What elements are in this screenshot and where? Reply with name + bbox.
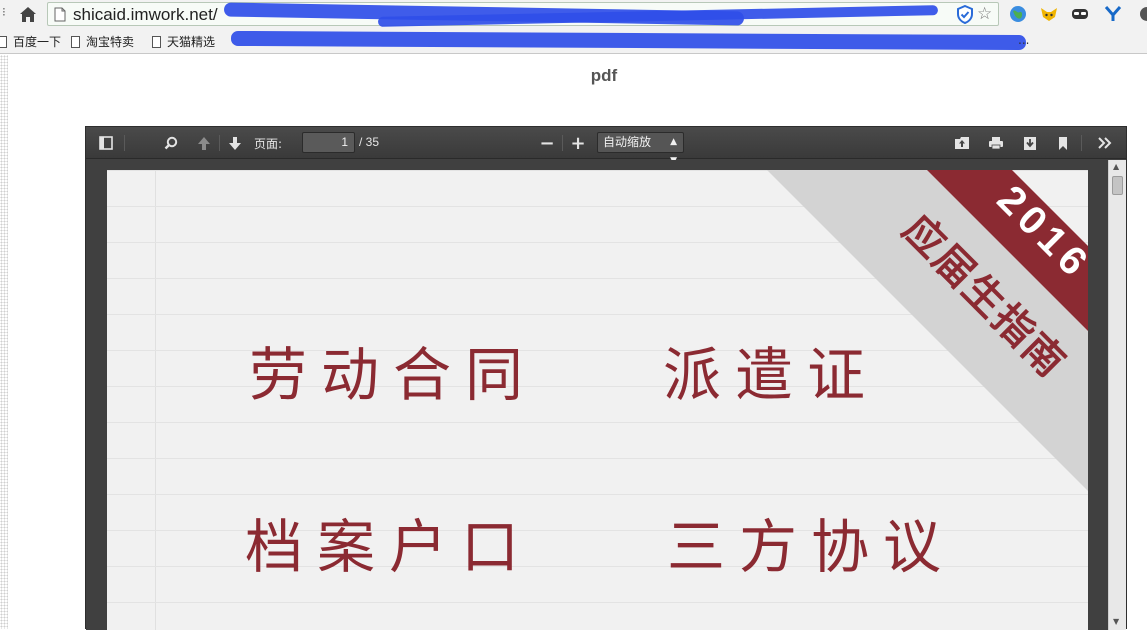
scroll-thumb[interactable] — [1112, 176, 1123, 195]
download-icon — [1024, 136, 1036, 150]
fox-extension-icon[interactable] — [1038, 3, 1060, 25]
mask-extension-icon[interactable] — [1069, 3, 1091, 25]
sidebar-icon — [99, 136, 113, 150]
document-item-text: 劳动合同 — [249, 341, 538, 409]
address-bar[interactable]: shicaid.imwork.net/ ☆ — [47, 2, 999, 27]
pdf-viewer: 页面: 1 / 35 − + 自动缩放 ▲▼ — [85, 126, 1127, 630]
document-item-text: 派遣证 — [663, 341, 880, 409]
redaction-scribble — [230, 30, 1027, 51]
bookmark-star-icon[interactable]: ☆ — [977, 4, 992, 24]
pdf-page: 2016 应届生指南 劳动合同 派遣证 档案户口 三方协议 — [107, 170, 1088, 630]
extension-icon[interactable] — [1134, 3, 1147, 25]
pdf-toolbar: 页面: 1 / 35 − + 自动缩放 ▲▼ — [86, 127, 1126, 166]
bookmark-button[interactable] — [1053, 134, 1073, 152]
toolbar-divider — [1081, 135, 1082, 151]
browser-toolbar: ⁝ shicaid.imwork.net/ ☆ — [0, 0, 1147, 28]
bookmark-label: 百度一下 — [13, 35, 62, 49]
open-file-button[interactable] — [952, 134, 972, 152]
scroll-up-arrow-icon[interactable]: ▲ — [1113, 162, 1119, 171]
bookmark-icon — [1059, 136, 1067, 150]
next-page-button[interactable] — [225, 134, 245, 152]
document-container[interactable]: 2016 应届生指南 劳动合同 派遣证 档案户口 三方协议 — [86, 160, 1108, 630]
plus-icon: + — [570, 132, 586, 154]
page-icon — [54, 7, 66, 22]
bookmarks-overflow[interactable]: ... — [1018, 33, 1029, 47]
previous-page-button[interactable] — [194, 134, 214, 152]
home-icon — [20, 6, 36, 22]
scroll-down-arrow-icon[interactable]: ▼ — [1113, 617, 1119, 626]
double-chevron-right-icon — [1098, 137, 1112, 149]
y-extension-icon[interactable] — [1102, 3, 1124, 25]
page-edge-pattern — [0, 55, 8, 629]
zoom-out-button[interactable]: − — [537, 132, 557, 154]
bookmark-item[interactable]: 百度一下 — [0, 33, 61, 50]
zoom-select[interactable]: 自动缩放 ▲▼ — [597, 132, 684, 166]
search-icon — [164, 136, 178, 150]
page-icon — [71, 35, 80, 48]
shield-icon[interactable] — [956, 5, 974, 24]
bookmark-item[interactable]: 淘宝特卖 — [71, 33, 134, 50]
page-icon — [152, 35, 161, 48]
page-icon — [0, 35, 7, 48]
bookmark-label: 淘宝特卖 — [86, 35, 135, 49]
tools-menu-button[interactable] — [1095, 134, 1115, 152]
bookmarks-bar: 百度一下 淘宝特卖 天猫精选 ... — [0, 28, 1147, 54]
folder-open-icon — [955, 137, 969, 149]
printer-icon — [989, 137, 1003, 150]
zoom-in-button[interactable]: + — [568, 132, 588, 154]
page-number-input[interactable]: 1 — [302, 132, 355, 153]
page-title: pdf — [590, 66, 618, 85]
sidebar-toggle-button[interactable] — [96, 134, 116, 152]
menu-dots-icon[interactable]: ⁝ — [2, 5, 6, 19]
url-host-text: shicaid.imwork.net/ — [73, 5, 218, 24]
zoom-select-value: 自动缩放 — [603, 135, 652, 149]
page-label: 页面: — [254, 137, 283, 151]
minus-icon: − — [539, 132, 555, 154]
arrow-up-icon — [198, 136, 210, 150]
bookmark-item[interactable]: 天猫精选 — [152, 33, 215, 50]
toolbar-divider — [219, 135, 220, 151]
document-item-text: 档案户口 — [245, 513, 534, 581]
home-button[interactable] — [16, 3, 40, 25]
page-count: / 35 — [359, 135, 380, 149]
document-item-text: 三方协议 — [667, 513, 956, 581]
toolbar-divider — [562, 135, 563, 151]
toolbar-divider — [124, 135, 125, 151]
globe-extension-icon[interactable] — [1007, 3, 1029, 25]
arrow-down-icon — [229, 136, 241, 150]
find-button[interactable] — [161, 134, 181, 152]
bookmark-label: 天猫精选 — [167, 35, 216, 49]
print-button[interactable] — [986, 134, 1006, 152]
vertical-scrollbar[interactable]: ▲ ▼ — [1108, 160, 1126, 630]
download-button[interactable] — [1020, 134, 1040, 152]
